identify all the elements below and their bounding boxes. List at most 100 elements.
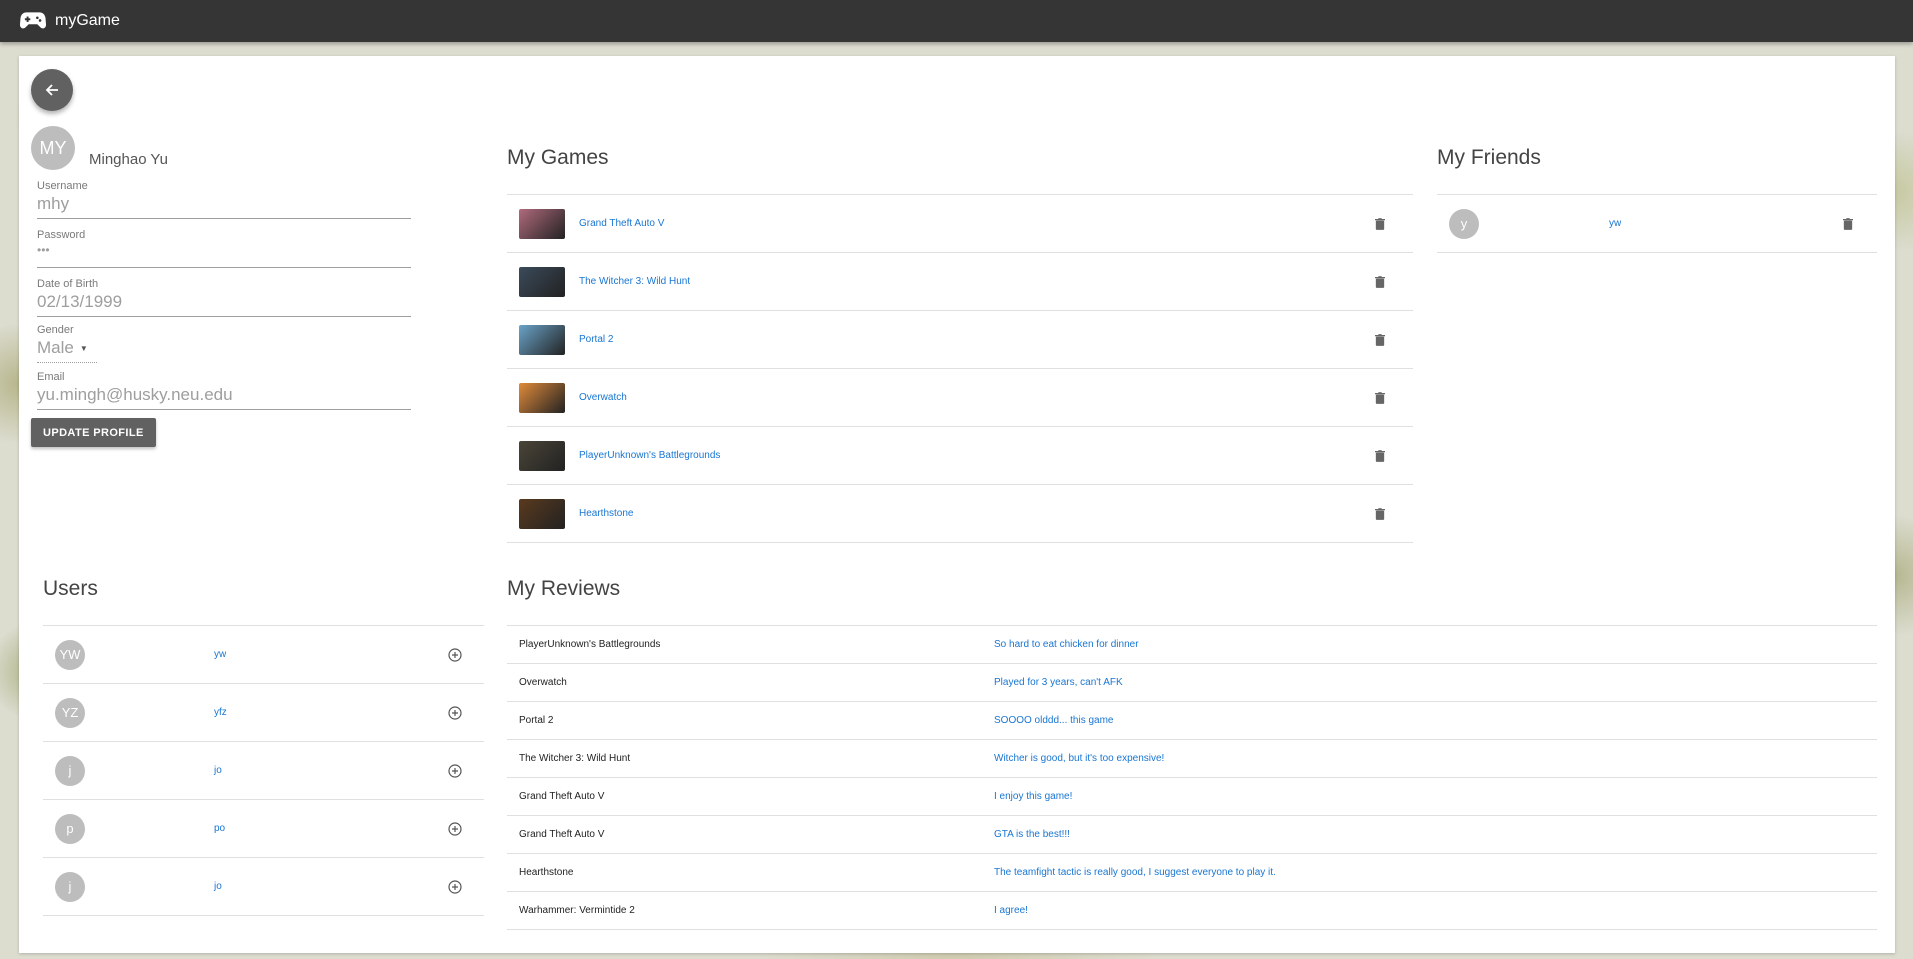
trash-icon[interactable] (1375, 507, 1387, 521)
add-circle-icon[interactable] (448, 764, 462, 778)
game-thumbnail (519, 382, 565, 413)
gender-value: Male (37, 338, 74, 357)
user-avatar: YW (55, 639, 85, 670)
caret-down-icon: ▼ (79, 343, 88, 353)
gender-label: Gender (37, 324, 74, 336)
add-circle-icon[interactable] (448, 880, 462, 894)
add-circle-icon[interactable] (448, 706, 462, 720)
gamepad-icon (20, 12, 46, 29)
user-link[interactable]: jo (214, 765, 222, 776)
game-thumbnail (519, 440, 565, 471)
review-row: The Witcher 3: Wild Hunt Witcher is good,… (507, 740, 1877, 778)
user-row: p po (43, 800, 484, 858)
friend-avatar: y (1449, 208, 1479, 239)
dob-input[interactable]: 02/13/1999 (37, 290, 411, 317)
trash-icon[interactable] (1375, 275, 1387, 289)
trash-icon[interactable] (1375, 217, 1387, 231)
profile-card: MY Minghao Yu Username mhy Password ••• … (19, 56, 1895, 953)
user-link[interactable]: yw (214, 649, 226, 660)
user-avatar: j (55, 871, 85, 902)
game-row: Overwatch (507, 369, 1413, 427)
update-profile-button[interactable]: UPDATE PROFILE (31, 418, 156, 447)
user-link[interactable]: po (214, 823, 225, 834)
game-thumbnail (519, 498, 565, 529)
username-input[interactable]: mhy (37, 192, 411, 219)
trash-icon[interactable] (1843, 217, 1855, 231)
add-circle-icon[interactable] (448, 822, 462, 836)
back-button[interactable] (31, 69, 73, 111)
users-list: YW yw YZ yfz j jo p po j jo (43, 625, 484, 916)
password-label: Password (37, 229, 86, 241)
reviews-list: PlayerUnknown's Battlegrounds So hard to … (507, 625, 1877, 930)
review-game: Grand Theft Auto V (519, 791, 605, 802)
gender-field[interactable]: Gender Male ▼ (37, 324, 411, 363)
email-input[interactable]: yu.mingh@husky.neu.edu (37, 383, 411, 410)
email-label: Email (37, 371, 65, 383)
game-link[interactable]: Overwatch (579, 392, 627, 403)
game-link[interactable]: Hearthstone (579, 508, 633, 519)
avatar: MY (31, 126, 75, 170)
username-label: Username (37, 180, 88, 192)
user-avatar: p (55, 813, 85, 844)
review-row: Grand Theft Auto V I enjoy this game! (507, 778, 1877, 816)
game-link[interactable]: The Witcher 3: Wild Hunt (579, 276, 690, 287)
review-text-link[interactable]: The teamfight tactic is really good, I s… (994, 867, 1276, 878)
game-thumbnail (519, 208, 565, 239)
dob-label: Date of Birth (37, 278, 99, 290)
app-bar: myGame (0, 0, 1913, 42)
games-title: My Games (507, 146, 609, 169)
username-field[interactable]: Username mhy (37, 180, 411, 219)
review-text-link[interactable]: So hard to eat chicken for dinner (994, 639, 1139, 650)
game-link[interactable]: Grand Theft Auto V (579, 218, 664, 229)
review-text-link[interactable]: GTA is the best!!! (994, 829, 1070, 840)
user-row: YW yw (43, 626, 484, 684)
game-thumbnail (519, 266, 565, 297)
add-circle-icon[interactable] (448, 648, 462, 662)
game-link[interactable]: PlayerUnknown's Battlegrounds (579, 450, 720, 461)
arrow-left-icon (45, 84, 58, 96)
review-game: Overwatch (519, 677, 567, 688)
gender-select[interactable]: Male ▼ (37, 336, 97, 363)
review-row: Warhammer: Vermintide 2 I agree! (507, 892, 1877, 930)
game-thumbnail (519, 324, 565, 355)
review-text-link[interactable]: Played for 3 years, can't AFK (994, 677, 1123, 688)
game-row: PlayerUnknown's Battlegrounds (507, 427, 1413, 485)
review-row: Portal 2 SOOOO olddd... this game (507, 702, 1877, 740)
password-field[interactable]: Password ••• (37, 229, 411, 268)
user-row: YZ yfz (43, 684, 484, 742)
games-list: Grand Theft Auto V The Witcher 3: Wild Hu… (507, 194, 1413, 543)
trash-icon[interactable] (1375, 333, 1387, 347)
users-title: Users (43, 577, 98, 600)
game-row: Portal 2 (507, 311, 1413, 369)
user-link[interactable]: jo (214, 881, 222, 892)
review-row: Grand Theft Auto V GTA is the best!!! (507, 816, 1877, 854)
review-text-link[interactable]: Witcher is good, but it's too expensive! (994, 753, 1164, 764)
trash-icon[interactable] (1375, 391, 1387, 405)
user-link[interactable]: yfz (214, 707, 227, 718)
review-game: Grand Theft Auto V (519, 829, 605, 840)
user-avatar: YZ (55, 697, 85, 728)
email-field[interactable]: Email yu.mingh@husky.neu.edu (37, 371, 411, 410)
review-game: Portal 2 (519, 715, 554, 726)
game-row: Hearthstone (507, 485, 1413, 543)
password-input[interactable]: ••• (37, 241, 411, 268)
user-avatar: j (55, 755, 85, 786)
friends-list: y yw (1437, 194, 1877, 253)
game-link[interactable]: Portal 2 (579, 334, 613, 345)
game-row: Grand Theft Auto V (507, 195, 1413, 253)
user-row: j jo (43, 742, 484, 800)
review-text-link[interactable]: I enjoy this game! (994, 791, 1072, 802)
profile-form: MY Minghao Yu Username mhy Password ••• … (31, 126, 411, 447)
review-text-link[interactable]: SOOOO olddd... this game (994, 715, 1114, 726)
review-game: The Witcher 3: Wild Hunt (519, 753, 631, 764)
user-row: j jo (43, 858, 484, 916)
review-game: Warhammer: Vermintide 2 (519, 905, 635, 916)
friend-link[interactable]: yw (1609, 218, 1621, 229)
friends-title: My Friends (1437, 146, 1541, 169)
dob-field[interactable]: Date of Birth 02/13/1999 (37, 278, 411, 317)
review-text-link[interactable]: I agree! (994, 905, 1028, 916)
review-row: PlayerUnknown's Battlegrounds So hard to … (507, 626, 1877, 664)
trash-icon[interactable] (1375, 449, 1387, 463)
review-row: Overwatch Played for 3 years, can't AFK (507, 664, 1877, 702)
review-row: Hearthstone The teamfight tactic is reall… (507, 854, 1877, 892)
